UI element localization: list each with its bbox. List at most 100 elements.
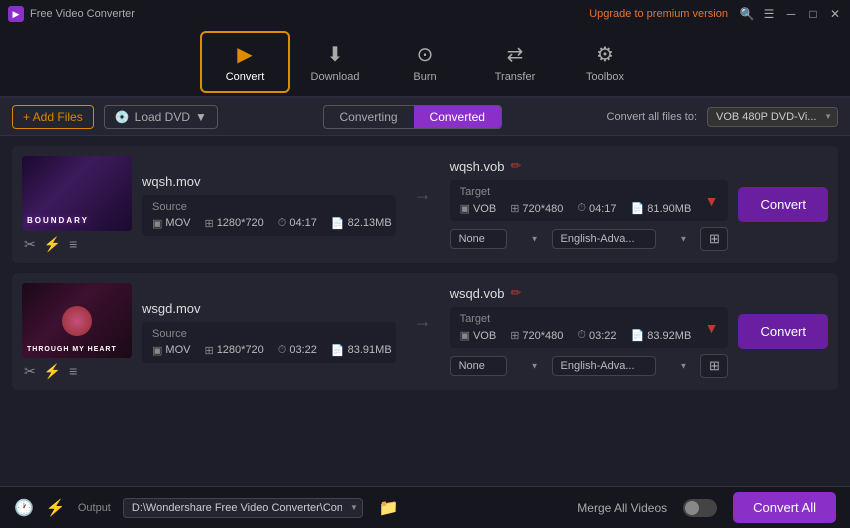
- output-path-wrap: D:\Wondershare Free Video Converter\Conv…: [123, 498, 363, 518]
- app-title: Free Video Converter: [30, 8, 135, 20]
- edit-icon-2[interactable]: ✏: [510, 285, 521, 301]
- source-duration-1: ⏱ 04:17: [278, 217, 317, 230]
- add-files-label: + Add Files: [23, 110, 83, 124]
- target-label-1: Target: [460, 186, 701, 198]
- subtitle-select-wrap-1: None: [450, 229, 544, 249]
- output-label: Output: [78, 502, 111, 514]
- tab-download[interactable]: ⬇ Download: [290, 31, 380, 93]
- tab-converting[interactable]: Converting: [324, 106, 414, 128]
- subtitle-none-select-1[interactable]: None: [450, 229, 507, 249]
- target-name-row-1: wqsh.vob ✏: [450, 158, 729, 174]
- burn-label: Burn: [413, 71, 436, 83]
- file-info-1: wqsh.mov Source ▣ MOV ⊞ 1280*720 ⏱ 04:17: [142, 174, 396, 236]
- clock-bottom-icon[interactable]: 🕐: [14, 498, 34, 518]
- source-size-2: 📄 83.91MB: [331, 344, 392, 357]
- clock-icon-1: ⏱: [278, 217, 287, 230]
- file-icon-2: 📄: [331, 344, 345, 357]
- edit-icon-1[interactable]: ✏: [510, 158, 521, 174]
- format-icon-2: ▣: [152, 344, 162, 357]
- search-icon[interactable]: 🔍: [740, 7, 754, 21]
- convert-button-1[interactable]: Convert: [738, 187, 828, 222]
- folder-icon[interactable]: 📁: [379, 498, 399, 518]
- toolbar: ▶ Convert ⬇ Download ⊙ Burn ⇄ Transfer ⚙…: [0, 28, 850, 98]
- tab-converted[interactable]: Converted: [414, 106, 501, 128]
- tab-burn[interactable]: ⊙ Burn: [380, 31, 470, 93]
- rose-circle-2: [62, 306, 92, 336]
- thumbnail-2: THROUGH MY HEART: [22, 283, 132, 358]
- burn-icon: ⊙: [417, 42, 434, 67]
- subtitle-lang-select-1[interactable]: English-Adva...: [552, 229, 656, 249]
- merge-toggle[interactable]: [683, 499, 717, 517]
- close-icon[interactable]: ✕: [828, 7, 842, 21]
- transfer-label: Transfer: [495, 71, 536, 83]
- target-dropdown-1[interactable]: ▼: [705, 193, 719, 209]
- target-resolution-1: ⊞ 720*480: [510, 202, 563, 215]
- thumbnail-wrap-1: BOUNDARY ✂ ⚡ ≡: [22, 156, 132, 253]
- subtitle-row-2: None English-Adva... ⊞: [450, 354, 729, 378]
- target-res-icon-2: ⊞: [510, 329, 519, 342]
- video-item-1: BOUNDARY ✂ ⚡ ≡ wqsh.mov Source ▣ MOV: [12, 146, 838, 263]
- bolt-icon[interactable]: ⚡: [46, 498, 66, 518]
- download-icon: ⬇: [327, 42, 344, 67]
- trim-icon-2[interactable]: ✂: [24, 363, 36, 380]
- thumb-tools-2: ✂ ⚡ ≡: [22, 363, 132, 380]
- source-meta-row-2: ▣ MOV ⊞ 1280*720 ⏱ 03:22 📄 83.91MB: [152, 344, 386, 357]
- target-file-icon-2: 📄: [631, 329, 645, 342]
- thumb-text-1: BOUNDARY: [27, 217, 89, 226]
- list-icon-2[interactable]: ≡: [69, 363, 77, 380]
- settings-icon-2[interactable]: ⚡: [44, 363, 61, 380]
- titlebar-controls: 🔍 ☰ ─ □ ✕: [740, 7, 842, 21]
- subtitle-none-select-2[interactable]: None: [450, 356, 507, 376]
- tab-group: Converting Converted: [323, 105, 502, 129]
- source-label-2: Source: [152, 328, 386, 340]
- convert-button-2[interactable]: Convert: [738, 314, 828, 349]
- trim-icon-1[interactable]: ✂: [24, 236, 36, 253]
- add-files-button[interactable]: + Add Files: [12, 105, 94, 129]
- target-resolution-2: ⊞ 720*480: [510, 329, 563, 342]
- load-dvd-button[interactable]: 💿 Load DVD ▼: [104, 105, 218, 129]
- settings-icon-1[interactable]: ⚡: [44, 236, 61, 253]
- format-select-wrap: VOB 480P DVD-Vi...: [707, 107, 838, 127]
- subtitle-settings-btn-2[interactable]: ⊞: [700, 354, 728, 378]
- toolbox-icon: ⚙: [596, 42, 614, 67]
- list-icon-1[interactable]: ≡: [69, 236, 77, 253]
- tab-convert[interactable]: ▶ Convert: [200, 31, 290, 93]
- subtitle-lang-wrap-1: English-Adva...: [552, 229, 693, 249]
- resolution-icon-2: ⊞: [204, 344, 213, 357]
- titlebar: ▶ Free Video Converter Upgrade to premiu…: [0, 0, 850, 28]
- tab-transfer[interactable]: ⇄ Transfer: [470, 31, 560, 93]
- thumb-rose-2: THROUGH MY HEART: [22, 283, 132, 358]
- thumbnail-1: BOUNDARY: [22, 156, 132, 231]
- tab-toolbox[interactable]: ⚙ Toolbox: [560, 31, 650, 93]
- load-dvd-label: Load DVD: [135, 110, 190, 124]
- target-dropdown-2[interactable]: ▼: [705, 320, 719, 336]
- minimize-icon[interactable]: ─: [784, 7, 798, 21]
- file-info-2: wsgd.mov Source ▣ MOV ⊞ 1280*720 ⏱ 03:22: [142, 301, 396, 363]
- subtitle-settings-btn-1[interactable]: ⊞: [700, 227, 728, 251]
- target-clock-icon-1: ⏱: [577, 202, 586, 215]
- menu-icon[interactable]: ☰: [762, 7, 776, 21]
- titlebar-right: Upgrade to premium version 🔍 ☰ ─ □ ✕: [589, 7, 842, 21]
- merge-label: Merge All Videos: [577, 501, 667, 515]
- load-dvd-icon: 💿: [115, 110, 130, 124]
- source-label-1: Source: [152, 201, 386, 213]
- source-format-1: ▣ MOV: [152, 217, 190, 230]
- transfer-icon: ⇄: [507, 42, 524, 67]
- subtitle-lang-select-2[interactable]: English-Adva...: [552, 356, 656, 376]
- thumb-tools-1: ✂ ⚡ ≡: [22, 236, 132, 253]
- subtitle-row-1: None English-Adva... ⊞: [450, 227, 729, 251]
- convert-all-button[interactable]: Convert All: [733, 492, 836, 523]
- convert-label: Convert: [226, 71, 265, 83]
- format-select[interactable]: VOB 480P DVD-Vi...: [707, 107, 838, 127]
- upgrade-link[interactable]: Upgrade to premium version: [589, 8, 728, 20]
- target-size-2: 📄 83.92MB: [631, 329, 692, 342]
- source-filename-1: wqsh.mov: [142, 174, 396, 189]
- convert-all-files-label: Convert all files to:: [607, 111, 697, 123]
- target-filename-2: wsqd.vob: [450, 286, 505, 301]
- maximize-icon[interactable]: □: [806, 7, 820, 21]
- target-res-icon-1: ⊞: [510, 202, 519, 215]
- target-file-icon-1: 📄: [631, 202, 645, 215]
- output-path-select[interactable]: D:\Wondershare Free Video Converter\Conv…: [123, 498, 363, 518]
- source-meta-row-1: ▣ MOV ⊞ 1280*720 ⏱ 04:17 📄 82.13MB: [152, 217, 386, 230]
- target-format-1: ▣ VOB: [460, 202, 497, 215]
